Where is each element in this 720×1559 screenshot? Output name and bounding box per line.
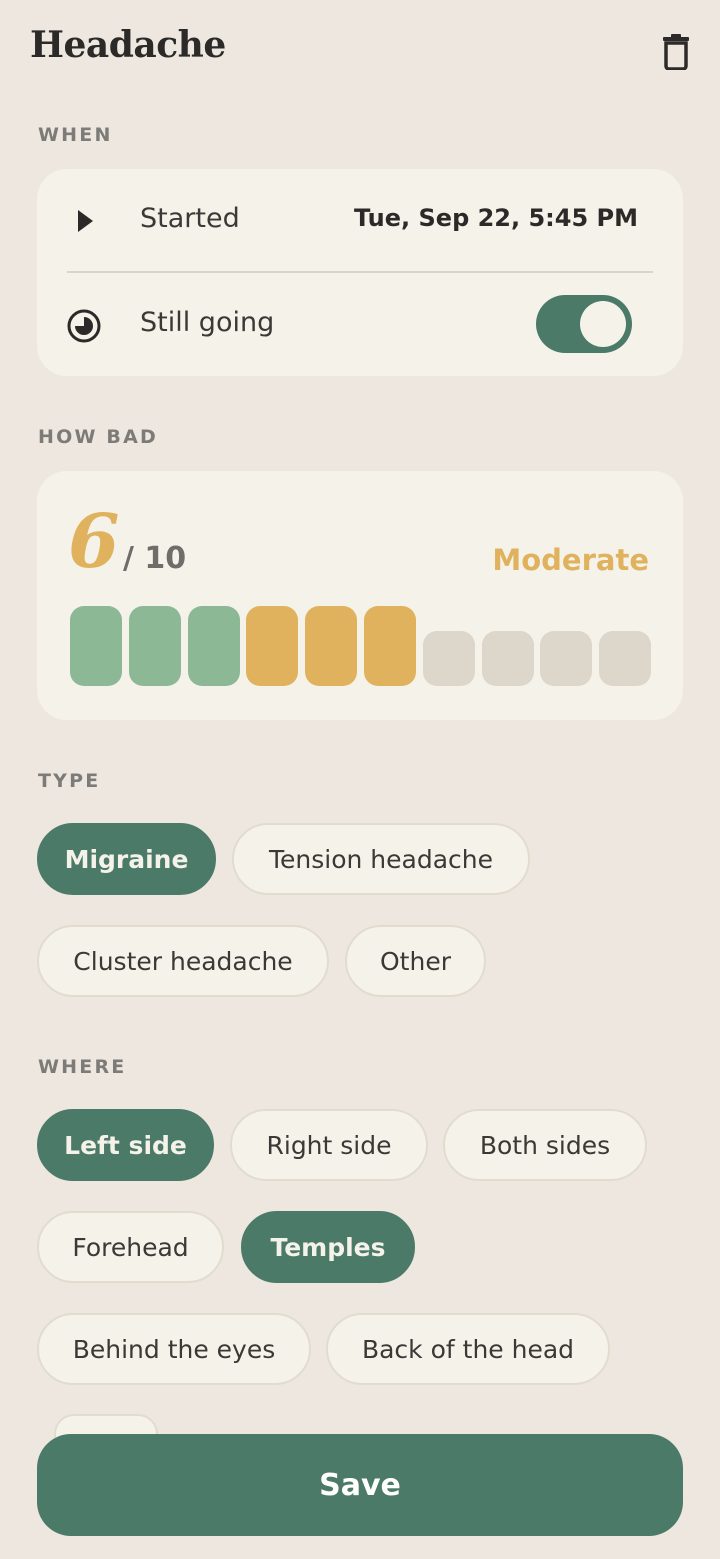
severity-segment-7[interactable] xyxy=(422,631,475,686)
chip-tension-headache[interactable]: Tension headache xyxy=(232,823,530,895)
severity-out-of: / 10 xyxy=(123,541,187,576)
section-label-type: TYPE xyxy=(38,770,101,792)
started-datetime[interactable]: Tue, Sep 22, 5:45 PM xyxy=(354,204,638,232)
severity-scale xyxy=(70,606,652,686)
trash-icon[interactable] xyxy=(660,34,692,70)
severity-segment-6[interactable] xyxy=(364,606,416,686)
chip-temples[interactable]: Temples xyxy=(241,1211,415,1283)
chip-behind-the-eyes[interactable]: Behind the eyes xyxy=(37,1313,311,1385)
severity-segment-8[interactable] xyxy=(481,631,534,686)
chip-forehead[interactable]: Forehead xyxy=(37,1211,224,1283)
severity-segment-3[interactable] xyxy=(187,606,240,686)
chip-cluster-headache[interactable]: Cluster headache xyxy=(37,925,329,997)
severity-segment-10[interactable] xyxy=(599,631,652,686)
chip-migraine[interactable]: Migraine xyxy=(37,823,216,895)
section-label-how-bad: HOW BAD xyxy=(38,426,158,448)
chip-both-sides[interactable]: Both sides xyxy=(443,1109,647,1181)
toggle-knob xyxy=(580,301,626,347)
started-row[interactable]: Started Tue, Sep 22, 5:45 PM xyxy=(37,169,683,273)
chip-left-side[interactable]: Left side xyxy=(37,1109,214,1181)
severity-segment-2[interactable] xyxy=(128,606,181,686)
section-label-when: WHEN xyxy=(38,124,113,146)
when-card: Started Tue, Sep 22, 5:45 PM Still going xyxy=(37,169,683,376)
severity-score: 6 xyxy=(68,499,120,585)
still-going-row: Still going xyxy=(37,273,683,377)
severity-segment-1[interactable] xyxy=(70,606,122,686)
how-bad-card: 6 / 10 Moderate xyxy=(37,471,683,720)
severity-label: Moderate xyxy=(492,543,649,577)
chip-other[interactable]: Other xyxy=(345,925,486,997)
chip-back-of-the-head[interactable]: Back of the head xyxy=(326,1313,610,1385)
severity-segment-5[interactable] xyxy=(305,606,358,686)
still-going-toggle[interactable] xyxy=(536,295,632,353)
save-button[interactable]: Save xyxy=(37,1434,683,1536)
severity-segment-9[interactable] xyxy=(540,631,593,686)
section-label-where: WHERE xyxy=(38,1056,127,1078)
severity-segment-4[interactable] xyxy=(246,606,299,686)
page-title: Headache xyxy=(30,24,226,66)
still-going-label: Still going xyxy=(140,307,275,338)
chip-right-side[interactable]: Right side xyxy=(230,1109,428,1181)
play-icon xyxy=(78,210,93,232)
started-label: Started xyxy=(140,203,240,234)
half-moon-clock-icon xyxy=(67,309,101,343)
